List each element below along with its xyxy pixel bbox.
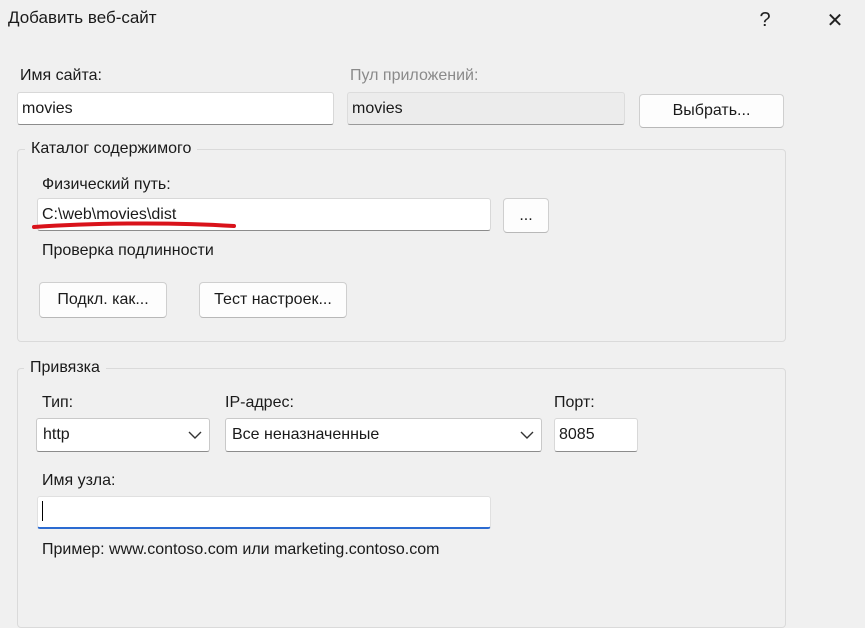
site-name-input[interactable]: movies bbox=[17, 92, 334, 125]
ip-address-label: IP-адрес: bbox=[225, 394, 294, 411]
test-settings-button[interactable]: Тест настроек... bbox=[199, 282, 347, 318]
red-underline-annotation bbox=[32, 221, 236, 229]
authentication-label: Проверка подлинности bbox=[42, 242, 214, 259]
type-value: http bbox=[43, 426, 70, 443]
type-label: Тип: bbox=[42, 394, 74, 411]
type-select[interactable]: http bbox=[36, 418, 210, 452]
port-label: Порт: bbox=[554, 394, 595, 411]
app-pool-field: movies bbox=[347, 92, 625, 125]
ip-address-select[interactable]: Все неназначенные bbox=[225, 418, 542, 452]
help-button[interactable]: ? bbox=[735, 0, 795, 40]
host-name-label: Имя узла: bbox=[42, 472, 116, 489]
text-caret bbox=[42, 501, 43, 521]
content-directory-legend: Каталог содержимого bbox=[25, 140, 198, 158]
port-input[interactable]: 8085 bbox=[554, 418, 638, 452]
app-pool-label: Пул приложений: bbox=[350, 67, 479, 84]
browse-path-button[interactable]: ... bbox=[503, 198, 549, 233]
site-name-value: movies bbox=[22, 99, 73, 117]
connect-as-button[interactable]: Подкл. как... bbox=[39, 282, 167, 318]
chevron-down-icon bbox=[188, 431, 202, 439]
chevron-down-icon bbox=[520, 431, 534, 439]
host-name-input[interactable] bbox=[37, 496, 491, 529]
port-value: 8085 bbox=[559, 426, 595, 443]
physical-path-label: Физический путь: bbox=[42, 176, 171, 193]
help-icon: ? bbox=[759, 8, 771, 31]
close-button[interactable]: ✕ bbox=[805, 0, 865, 40]
site-name-label: Имя сайта: bbox=[20, 67, 102, 84]
ip-address-value: Все неназначенные bbox=[232, 426, 380, 443]
binding-legend: Привязка bbox=[24, 359, 106, 377]
close-icon: ✕ bbox=[826, 9, 844, 32]
app-pool-value: movies bbox=[352, 99, 403, 117]
select-pool-button[interactable]: Выбрать... bbox=[639, 94, 784, 128]
host-example-text: Пример: www.contoso.com или marketing.co… bbox=[42, 541, 440, 558]
window-title: Добавить веб-сайт bbox=[8, 8, 157, 27]
